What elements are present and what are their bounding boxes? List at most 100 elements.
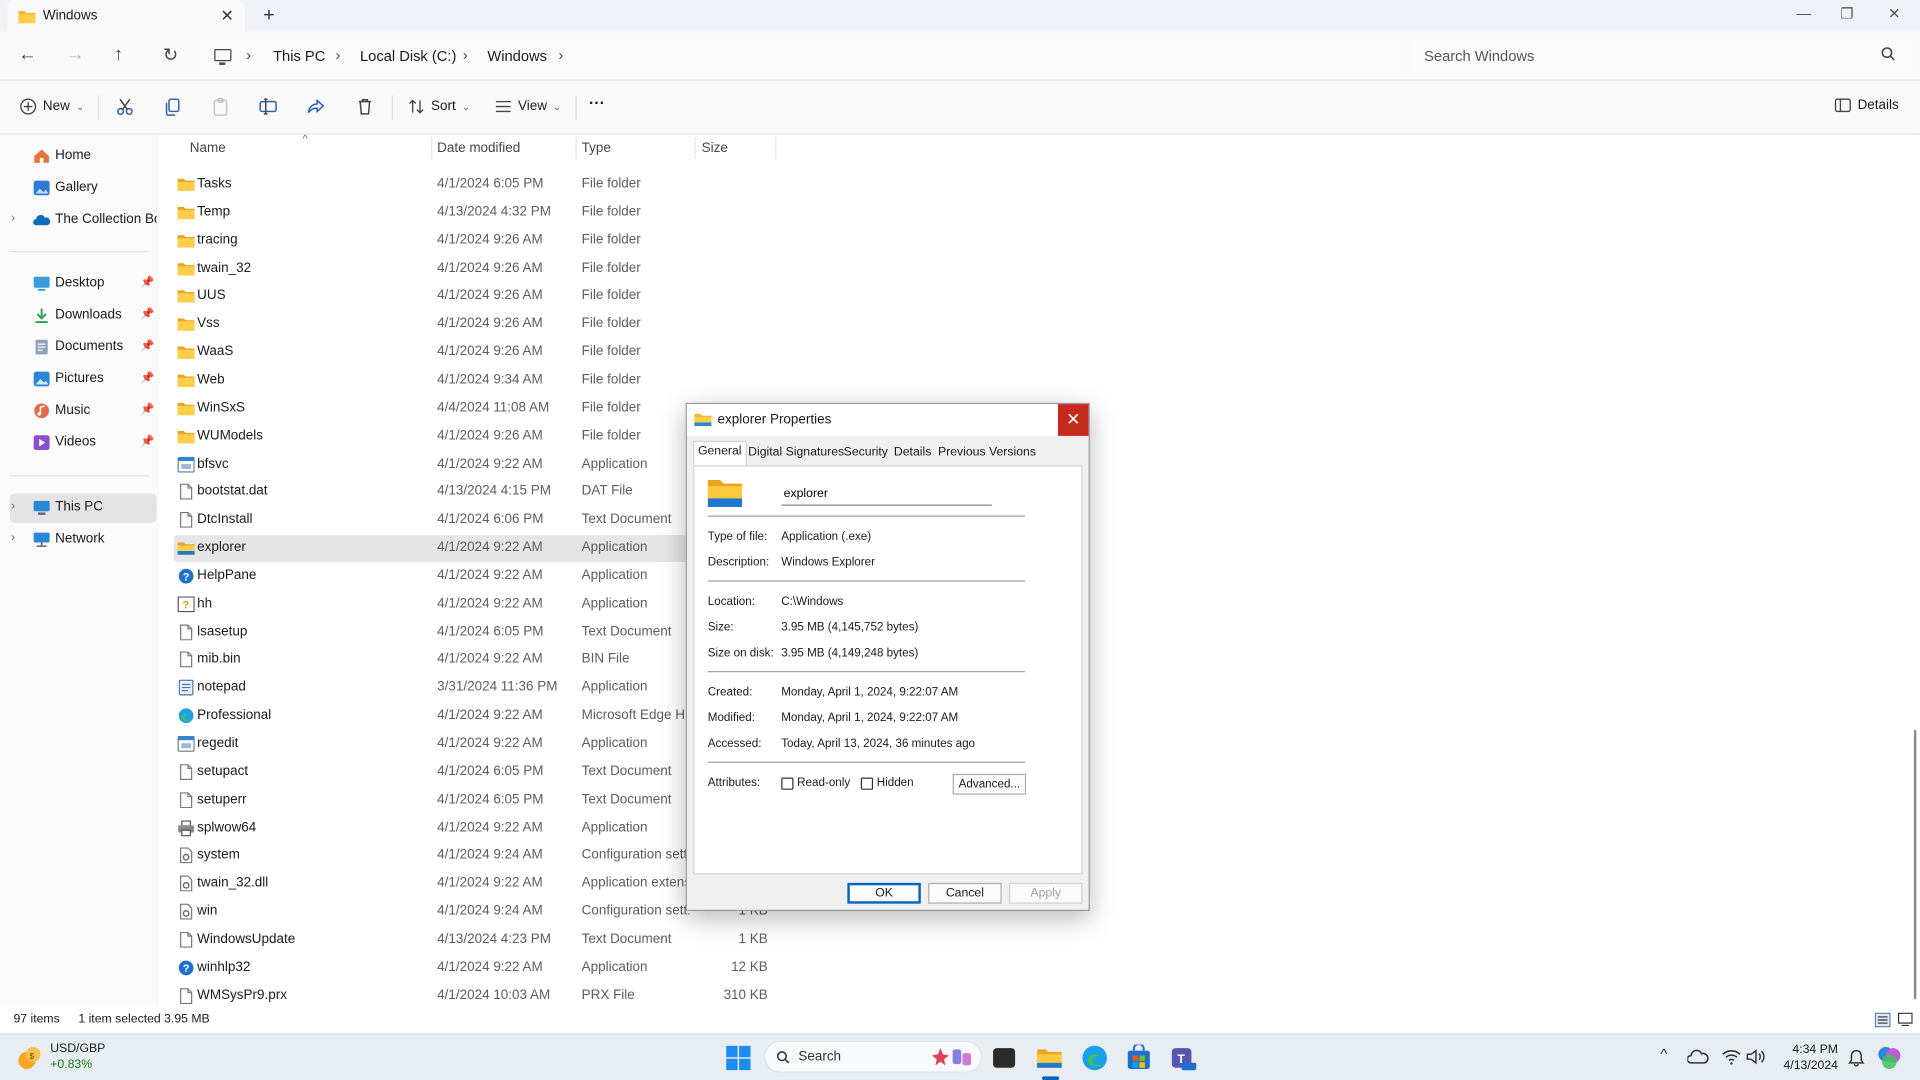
- nav-item-network[interactable]: › Network: [10, 525, 157, 554]
- cancel-button[interactable]: Cancel: [928, 882, 1002, 904]
- close-tab-icon[interactable]: ✕: [221, 6, 234, 26]
- paste-icon[interactable]: [211, 97, 231, 117]
- column-header-type[interactable]: Type: [582, 141, 611, 156]
- file-row[interactable]: Vss 4/1/2024 9:26 AM File folder: [174, 311, 811, 338]
- nav-item-downloads[interactable]: Downloads 📌: [10, 301, 157, 330]
- file-name-field[interactable]: [781, 482, 992, 506]
- column-header-date[interactable]: Date modified: [437, 141, 520, 156]
- file-row[interactable]: Web 4/1/2024 9:34 AM File folder: [174, 367, 811, 394]
- file-row[interactable]: UUS 4/1/2024 9:26 AM File folder: [174, 283, 811, 310]
- readonly-checkbox[interactable]: Read-only: [781, 776, 850, 790]
- file-row[interactable]: WMSysPr9.prx 4/1/2024 10:03 AM PRX File 310…: [174, 983, 811, 1007]
- tab-windows[interactable]: Windows ✕: [7, 0, 245, 32]
- chevron-right-icon[interactable]: ›: [246, 47, 251, 64]
- widget-value[interactable]: +0.83%: [50, 1058, 92, 1071]
- file-explorer-taskbar-icon[interactable]: [1036, 1044, 1063, 1071]
- teams-icon[interactable]: T: [1169, 1044, 1197, 1071]
- wifi-icon[interactable]: [1722, 1048, 1742, 1065]
- new-button[interactable]: New ⌄: [20, 98, 85, 115]
- minimize-button[interactable]: —: [1796, 5, 1811, 22]
- column-divider[interactable]: [694, 137, 696, 160]
- ok-button[interactable]: OK: [847, 882, 921, 904]
- apply-button[interactable]: Apply: [1008, 882, 1083, 904]
- maximize-button[interactable]: ❐: [1840, 5, 1853, 22]
- pin-icon[interactable]: 📌: [141, 339, 155, 352]
- file-row[interactable]: ? winhlp32 4/1/2024 9:22 AM Application 12 K…: [174, 955, 811, 982]
- system-clock[interactable]: 4:34 PM 4/13/2024: [1782, 1042, 1837, 1074]
- chevron-right-icon[interactable]: ›: [11, 500, 15, 513]
- up-arrow-icon[interactable]: ↑: [114, 44, 123, 65]
- notification-bell-icon[interactable]: [1848, 1047, 1865, 1067]
- details-view-icon[interactable]: [1874, 1012, 1891, 1028]
- sort-button[interactable]: Sort ⌄: [408, 98, 470, 115]
- nav-item-this-pc[interactable]: › This PC: [9, 493, 157, 523]
- delete-icon[interactable]: [355, 97, 375, 117]
- edge-icon[interactable]: [1081, 1044, 1108, 1071]
- nav-item-videos[interactable]: Videos 📌: [10, 429, 157, 458]
- column-divider[interactable]: [575, 137, 577, 160]
- file-row[interactable]: WaaS 4/1/2024 9:26 AM File folder: [174, 339, 811, 366]
- currency-widget-icon[interactable]: $: [16, 1044, 43, 1071]
- file-row[interactable]: Temp 4/13/2024 4:32 PM File folder: [174, 199, 811, 226]
- tab-general[interactable]: General: [693, 440, 747, 467]
- nav-item-home[interactable]: Home: [10, 142, 157, 171]
- breadcrumb-local-disk[interactable]: Local Disk (C:): [360, 48, 456, 65]
- close-window-button[interactable]: ✕: [1888, 5, 1900, 22]
- nav-item-pictures[interactable]: Pictures 📌: [10, 365, 157, 394]
- tab-digital-signatures[interactable]: Digital Signatures: [744, 443, 847, 465]
- volume-icon[interactable]: [1746, 1048, 1766, 1065]
- store-icon[interactable]: [1125, 1044, 1152, 1071]
- taskbar-search[interactable]: Search: [764, 1040, 983, 1073]
- nav-item-desktop[interactable]: Desktop 📌: [10, 269, 157, 298]
- rename-icon[interactable]: [258, 97, 278, 117]
- address-bar[interactable]: › This PC › Local Disk (C:) › Windows ›: [203, 40, 1401, 73]
- chevron-right-icon[interactable]: ›: [11, 531, 15, 544]
- column-divider[interactable]: [775, 137, 777, 160]
- nav-item-gallery[interactable]: Gallery: [10, 174, 157, 203]
- details-pane-button[interactable]: Details: [1834, 98, 1899, 113]
- column-header-size[interactable]: Size: [702, 141, 728, 156]
- new-tab-button[interactable]: +: [263, 5, 274, 27]
- cut-icon[interactable]: [115, 97, 135, 117]
- scrollbar-thumb[interactable]: [1913, 729, 1917, 1000]
- copy-icon[interactable]: [163, 97, 183, 117]
- breadcrumb-this-pc[interactable]: This PC: [273, 48, 325, 65]
- search-input[interactable]: Search Windows: [1410, 40, 1908, 73]
- pin-icon[interactable]: 📌: [141, 403, 155, 416]
- checkbox-box[interactable]: [781, 776, 794, 790]
- advanced-button[interactable]: Advanced...: [952, 773, 1027, 795]
- back-arrow-icon[interactable]: ←: [18, 44, 36, 65]
- file-row[interactable]: Tasks 4/1/2024 6:05 PM File folder: [174, 171, 811, 198]
- column-divider[interactable]: [431, 137, 433, 160]
- more-options-icon[interactable]: ···: [589, 93, 605, 111]
- checkbox-box[interactable]: [860, 776, 874, 790]
- hidden-checkbox[interactable]: Hidden: [860, 776, 914, 790]
- file-row[interactable]: twain_32 4/1/2024 9:26 AM File folder: [174, 255, 811, 282]
- view-button[interactable]: View ⌄: [495, 98, 561, 115]
- task-view-icon[interactable]: [993, 1048, 1016, 1068]
- tiles-view-icon[interactable]: [1897, 1012, 1913, 1027]
- chevron-right-icon[interactable]: ›: [11, 212, 15, 225]
- onedrive-tray-icon[interactable]: [1687, 1047, 1709, 1067]
- pin-icon[interactable]: 📌: [141, 276, 155, 289]
- nav-item-documents[interactable]: Documents 📌: [10, 333, 157, 362]
- forward-arrow-icon[interactable]: →: [66, 44, 84, 65]
- dialog-close-button[interactable]: ✕: [1057, 404, 1089, 436]
- nav-item-music[interactable]: Music 📌: [10, 397, 157, 426]
- column-header-name[interactable]: Name: [190, 141, 226, 156]
- dialog-title-bar[interactable]: explorer Properties ✕: [686, 404, 1089, 436]
- scrollbar[interactable]: [1910, 135, 1920, 1007]
- chevron-up-icon[interactable]: ^: [1660, 1046, 1667, 1063]
- chevron-right-icon[interactable]: ›: [336, 47, 341, 64]
- pin-icon[interactable]: 📌: [141, 435, 155, 448]
- refresh-icon[interactable]: ↻: [163, 44, 178, 66]
- pin-icon[interactable]: 📌: [141, 371, 155, 384]
- tab-security[interactable]: Security: [840, 443, 892, 465]
- widget-label[interactable]: USD/GBP: [50, 1042, 105, 1055]
- tab-details[interactable]: Details: [890, 443, 935, 465]
- pin-icon[interactable]: 📌: [141, 307, 155, 320]
- chevron-right-icon[interactable]: ›: [558, 47, 563, 64]
- tab-previous-versions[interactable]: Previous Versions: [934, 443, 1039, 465]
- breadcrumb-windows[interactable]: Windows: [487, 48, 547, 65]
- file-row[interactable]: tracing 4/1/2024 9:26 AM File folder: [174, 227, 811, 254]
